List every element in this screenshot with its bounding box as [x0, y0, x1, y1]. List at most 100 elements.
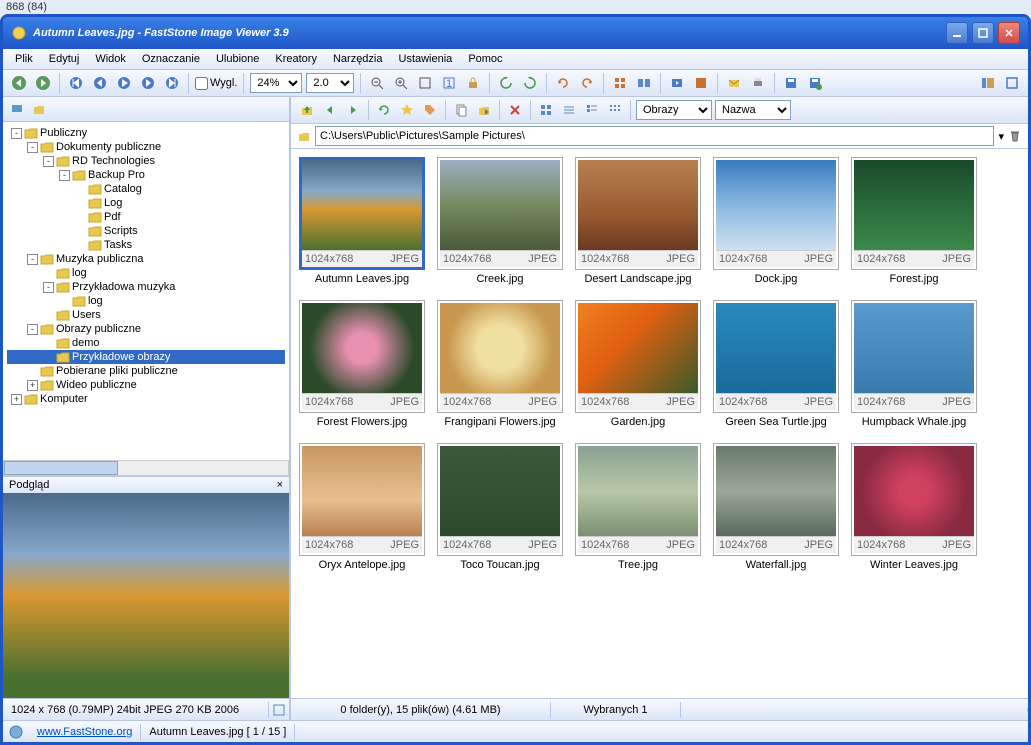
menu-edytuj[interactable]: Edytuj: [43, 51, 86, 67]
tree-node[interactable]: Pobierane pliki publiczne: [7, 364, 285, 378]
back-browser-button[interactable]: [320, 100, 340, 120]
compare-button[interactable]: [634, 73, 654, 93]
delete-button[interactable]: [505, 100, 525, 120]
prev-button[interactable]: [90, 73, 110, 93]
copy-button[interactable]: [451, 100, 471, 120]
tree-node[interactable]: +Wideo publiczne: [7, 378, 285, 392]
tree-node[interactable]: -Backup Pro: [7, 168, 285, 182]
tree-node[interactable]: Scripts: [7, 224, 285, 238]
undo-button[interactable]: [553, 73, 573, 93]
info-expand-icon[interactable]: [269, 700, 289, 720]
filter-select[interactable]: Obrazy: [636, 100, 712, 120]
grid-button[interactable]: [610, 73, 630, 93]
rotate-right-button[interactable]: [520, 73, 540, 93]
view-checkbox[interactable]: Wygl.: [195, 77, 237, 90]
thumbnail[interactable]: 1024x768JPEGDock.jpg: [713, 157, 839, 288]
thumbnail[interactable]: 1024x768JPEGOryx Antelope.jpg: [299, 443, 425, 574]
tree-node[interactable]: log: [7, 266, 285, 280]
menu-oznaczanie[interactable]: Oznaczanie: [136, 51, 206, 67]
tag-button[interactable]: [420, 100, 440, 120]
forward-button[interactable]: [33, 73, 53, 93]
view-detail-button[interactable]: [582, 100, 602, 120]
zoom-out-button[interactable]: [367, 73, 387, 93]
maximize-button[interactable]: [972, 22, 994, 44]
tree-node[interactable]: +Komputer: [7, 392, 285, 406]
thumbnail[interactable]: 1024x768JPEGGarden.jpg: [575, 300, 701, 431]
thumbnail[interactable]: 1024x768JPEGWinter Leaves.jpg: [851, 443, 977, 574]
menu-plik[interactable]: Plik: [9, 51, 39, 67]
layout1-button[interactable]: [978, 73, 998, 93]
forward-browser-button[interactable]: [343, 100, 363, 120]
thumbnail[interactable]: 1024x768JPEGWaterfall.jpg: [713, 443, 839, 574]
up-button[interactable]: [297, 100, 317, 120]
rotate-left-button[interactable]: [496, 73, 516, 93]
zoom-actual-button[interactable]: 1: [439, 73, 459, 93]
tree-node[interactable]: Log: [7, 196, 285, 210]
thumbnail[interactable]: 1024x768JPEGTree.jpg: [575, 443, 701, 574]
tree-node[interactable]: Users: [7, 308, 285, 322]
tree-node[interactable]: Tasks: [7, 238, 285, 252]
thumbnail[interactable]: 1024x768JPEGAutumn Leaves.jpg: [299, 157, 425, 288]
tree-node[interactable]: Pdf: [7, 210, 285, 224]
minimize-button[interactable]: [946, 22, 968, 44]
tree-node[interactable]: -Muzyka publiczna: [7, 252, 285, 266]
close-button[interactable]: [998, 22, 1020, 44]
fullscreen-button[interactable]: [1002, 73, 1022, 93]
thumbnail-grid[interactable]: 1024x768JPEGAutumn Leaves.jpg1024x768JPE…: [291, 149, 1028, 698]
favorite-button[interactable]: [397, 100, 417, 120]
website-link[interactable]: www.FastStone.org: [29, 724, 141, 740]
menu-ustawienia[interactable]: Ustawienia: [393, 51, 459, 67]
last-button[interactable]: [162, 73, 182, 93]
tree-node[interactable]: -RD Technologies: [7, 154, 285, 168]
trash-icon[interactable]: [1008, 129, 1022, 143]
thumbnail[interactable]: 1024x768JPEGHumpback Whale.jpg: [851, 300, 977, 431]
play-button[interactable]: [114, 73, 134, 93]
path-dropdown-icon[interactable]: ▾: [998, 130, 1004, 143]
thumbnail[interactable]: 1024x768JPEGForest Flowers.jpg: [299, 300, 425, 431]
folder-up-button[interactable]: [29, 99, 49, 119]
slideshow-button[interactable]: [667, 73, 687, 93]
sort-select[interactable]: Nazwa: [715, 100, 791, 120]
interval-select[interactable]: 2.0: [306, 73, 354, 93]
saveas-button[interactable]: [805, 73, 825, 93]
thumbnail[interactable]: 1024x768JPEGFrangipani Flowers.jpg: [437, 300, 563, 431]
tree-node[interactable]: log: [7, 294, 285, 308]
menu-pomoc[interactable]: Pomoc: [462, 51, 508, 67]
back-button[interactable]: [9, 73, 29, 93]
tree-node[interactable]: -Publiczny: [7, 126, 285, 140]
tools-button[interactable]: [691, 73, 711, 93]
tree-node[interactable]: -Dokumenty publiczne: [7, 140, 285, 154]
thumbnail[interactable]: 1024x768JPEGDesert Landscape.jpg: [575, 157, 701, 288]
view-small-button[interactable]: [605, 100, 625, 120]
redo-button[interactable]: [577, 73, 597, 93]
thumbnail[interactable]: 1024x768JPEGGreen Sea Turtle.jpg: [713, 300, 839, 431]
tree-node[interactable]: Catalog: [7, 182, 285, 196]
zoom-in-button[interactable]: [391, 73, 411, 93]
tree-node[interactable]: -Przykładowa muzyka: [7, 280, 285, 294]
refresh-button[interactable]: [374, 100, 394, 120]
zoom-lock-button[interactable]: [463, 73, 483, 93]
tree-node[interactable]: -Obrazy publiczne: [7, 322, 285, 336]
path-input[interactable]: [315, 126, 994, 146]
tree-scrollbar[interactable]: [3, 460, 289, 476]
print-button[interactable]: [748, 73, 768, 93]
save-button[interactable]: [781, 73, 801, 93]
first-button[interactable]: [66, 73, 86, 93]
menu-widok[interactable]: Widok: [89, 51, 132, 67]
email-button[interactable]: [724, 73, 744, 93]
folder-tree[interactable]: -Publiczny-Dokumenty publiczne-RD Techno…: [3, 122, 289, 460]
thumbnail[interactable]: 1024x768JPEGForest.jpg: [851, 157, 977, 288]
tree-node[interactable]: Przykładowe obrazy: [7, 350, 285, 364]
preview-close-icon[interactable]: ×: [277, 479, 283, 491]
move-button[interactable]: [474, 100, 494, 120]
thumbnail[interactable]: 1024x768JPEGToco Toucan.jpg: [437, 443, 563, 574]
view-list-button[interactable]: [559, 100, 579, 120]
thumbnail[interactable]: 1024x768JPEGCreek.jpg: [437, 157, 563, 288]
zoom-select[interactable]: 24%: [250, 73, 302, 93]
view-thumbs-button[interactable]: [536, 100, 556, 120]
tree-node[interactable]: demo: [7, 336, 285, 350]
next-button[interactable]: [138, 73, 158, 93]
menu-narzędzia[interactable]: Narzędzia: [327, 51, 389, 67]
desktop-button[interactable]: [7, 99, 27, 119]
zoom-fit-button[interactable]: [415, 73, 435, 93]
